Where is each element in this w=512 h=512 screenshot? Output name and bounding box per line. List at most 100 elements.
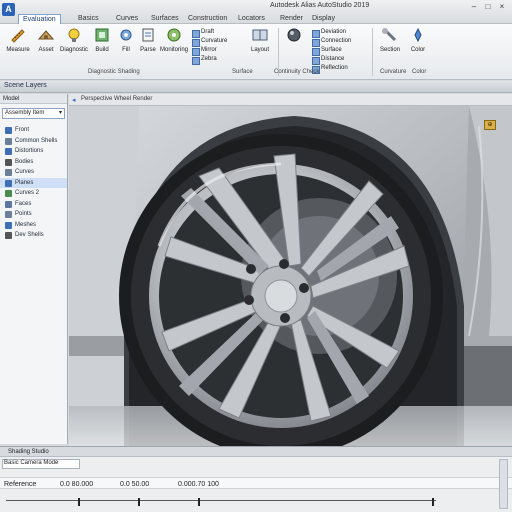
draft-command[interactable]: Draft [192, 28, 227, 38]
viewport-title: Perspective Wheel Render [81, 96, 153, 102]
scene-layers-title: Scene Layers [4, 82, 47, 89]
build-icon [95, 28, 109, 42]
section-label: Section [379, 47, 400, 53]
layer-icon [5, 169, 12, 176]
ribbon-toolbar: Measure Asset Diagnostic Build Fill Pars… [0, 24, 512, 80]
axis-gizmo-icon[interactable]: ⊕ [484, 120, 496, 130]
distance-command[interactable]: Distance [312, 55, 351, 65]
tree-item-label: Curves [15, 169, 35, 175]
tree-item[interactable]: Dev Shells [0, 230, 67, 241]
row-value-3: 0.000.70 100 [178, 481, 219, 488]
render-button[interactable] [280, 27, 308, 65]
timeline-marker[interactable] [432, 498, 434, 506]
table-row[interactable]: Reference 0.0 80.000 0.0 50.00 0.000.70 … [0, 477, 512, 489]
tree-item[interactable]: Planes [0, 177, 67, 188]
timeline-marker[interactable] [198, 498, 200, 506]
tree-list: Front Common Shells Distortions Bodies Curve… [0, 125, 67, 241]
layout-label: Layout [250, 47, 269, 53]
monitor-icon [167, 28, 181, 42]
diagnostic-button[interactable]: Diagnostic [60, 27, 88, 65]
assembly-dropdown[interactable]: Assembly Item ▾ [2, 108, 65, 119]
connection-command[interactable]: Connection [312, 37, 351, 47]
row-label: Reference [4, 481, 37, 488]
app-logo-icon[interactable]: A [2, 3, 15, 16]
group-label-diagnostic: Diagnostic Shading [88, 69, 140, 75]
vertical-scrollbar[interactable] [499, 459, 508, 509]
measure-button[interactable]: Measure [4, 27, 32, 65]
shading-studio-panel: Shading Studio Basic Camera Mode Referen… [0, 446, 512, 512]
surface-commands: Deviation Connection Surface Distance Re… [312, 28, 351, 74]
timeline-marker[interactable] [138, 498, 140, 506]
shading-studio-header: Shading Studio [0, 447, 512, 457]
tree-item-label: Points [15, 211, 32, 217]
tree-item-label: Curves 2 [15, 190, 40, 196]
gear-icon [120, 29, 132, 41]
layer-icon [5, 232, 12, 239]
tab-display[interactable]: Display [308, 14, 339, 24]
group-label-surface: Surface [232, 69, 253, 75]
diagnostic-label: Diagnostic [60, 47, 89, 53]
parse-label: Parse [140, 47, 156, 53]
viewport-3d[interactable]: ⊕ [69, 106, 512, 446]
tree-item-label: Faces [15, 200, 32, 207]
row-value-2: 0.0 50.00 [120, 481, 150, 488]
color-button[interactable]: Color [404, 27, 432, 65]
title-bar: A Autodesk Alias AutoStudio 2019 – □ × E… [0, 0, 512, 24]
section-button[interactable]: Section [376, 27, 404, 65]
minimize-icon[interactable]: – [470, 3, 478, 11]
monitoring-button[interactable]: Monitoring [160, 27, 188, 65]
tab-curves[interactable]: Curves [112, 14, 142, 24]
tab-render[interactable]: Render [276, 14, 307, 24]
group-label-continuity: Continuity Check [274, 69, 320, 75]
tree-item[interactable]: Common Shells [0, 136, 67, 147]
scene-layers-header: Scene Layers [0, 81, 512, 93]
tab-basics[interactable]: Basics [74, 14, 103, 24]
layer-icon [5, 179, 12, 187]
wheel-render [69, 106, 512, 446]
tree-item-label: Meshes [15, 221, 37, 228]
tree-item-label: Dev Shells [15, 232, 44, 238]
tab-locators[interactable]: Locators [234, 14, 269, 24]
tree-item[interactable]: Curves [0, 167, 67, 178]
asset-button[interactable]: Asset [32, 27, 60, 65]
tab-construction[interactable]: Construction [184, 14, 231, 24]
tree-item-label: Distortions [15, 148, 44, 154]
layer-icon [5, 221, 12, 229]
timeline-marker[interactable] [78, 498, 80, 506]
layout-icon [252, 29, 268, 41]
group-label-color: Color [412, 69, 427, 75]
mirror-command[interactable]: Mirror [192, 46, 227, 56]
bulb-icon [68, 28, 80, 42]
tree-item[interactable]: Curves 2 [0, 188, 67, 199]
layer-icon [5, 148, 12, 155]
curvature-command[interactable]: Curvature [192, 37, 227, 47]
deviation-command[interactable]: Deviation [312, 28, 351, 38]
assembly-dropdown-value: Assembly Item [5, 110, 45, 116]
continuity-commands: Draft Curvature Mirror Zebra [192, 28, 227, 65]
asset-icon [37, 30, 55, 40]
viewport-toolbar: ◂ Perspective Wheel Render [69, 94, 512, 106]
tree-item[interactable]: Front [0, 125, 67, 136]
tree-item[interactable]: Bodies [0, 157, 67, 168]
tree-item-label: Front [15, 127, 30, 133]
measure-label: Measure [6, 47, 30, 53]
tree-item-label: Bodies [15, 158, 34, 165]
tree-item[interactable]: Points [0, 209, 67, 220]
layer-icon [5, 127, 12, 134]
parse-button[interactable]: Parse [134, 27, 162, 65]
tab-surfaces[interactable]: Surfaces [147, 14, 183, 24]
tree-item[interactable]: Distortions [0, 146, 67, 157]
ruler-icon [11, 29, 25, 43]
wrench-icon [382, 28, 397, 42]
maximize-icon[interactable]: □ [484, 3, 492, 11]
tree-item[interactable]: Meshes [0, 220, 67, 231]
color-icon [414, 27, 422, 43]
collapse-arrow-icon[interactable]: ◂ [72, 96, 76, 104]
layout-button[interactable]: Layout [246, 27, 274, 65]
surface-command[interactable]: Surface [312, 46, 351, 56]
tab-evaluation[interactable]: Evaluation [18, 14, 61, 24]
zebra-command[interactable]: Zebra [192, 55, 227, 65]
monitoring-label: Monitoring [160, 47, 189, 53]
close-icon[interactable]: × [498, 3, 506, 11]
tree-item[interactable]: Faces [0, 199, 67, 210]
